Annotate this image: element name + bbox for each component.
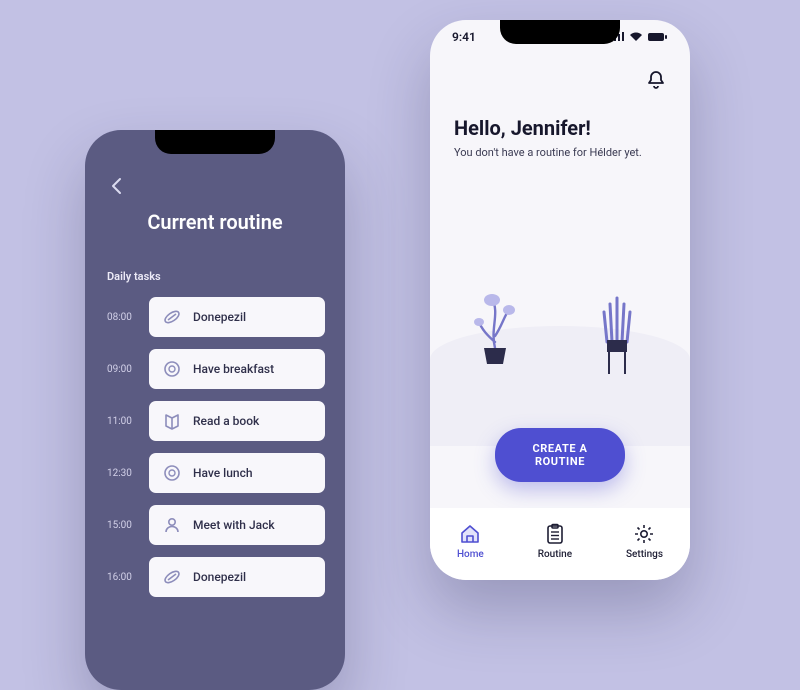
wifi-icon <box>629 32 643 42</box>
pill-icon <box>163 308 181 326</box>
nav-label: Routine <box>538 549 572 560</box>
task-label: Donepezil <box>193 570 246 584</box>
plate-icon <box>163 360 181 378</box>
task-card[interactable]: Donepezil <box>149 297 325 337</box>
nav-item-routine[interactable]: Routine <box>538 523 572 560</box>
task-card[interactable]: Have lunch <box>149 453 325 493</box>
nav-item-home[interactable]: Home <box>457 523 484 560</box>
home-screen: 9:41 Hello, Jennifer! You don't have a r… <box>430 20 690 580</box>
task-row: 08:00 Donepezil <box>107 297 325 337</box>
nav-label: Home <box>457 549 484 560</box>
greeting-title: Hello, Jennifer! <box>454 116 666 140</box>
routine-screen: Current routine Daily tasks 08:00 Donepe… <box>85 130 345 690</box>
person-icon <box>163 516 181 534</box>
notifications-button[interactable] <box>644 68 668 92</box>
page-title: Current routine <box>85 210 345 234</box>
pill-icon <box>163 568 181 586</box>
plate-icon <box>163 464 181 482</box>
nav-item-settings[interactable]: Settings <box>626 523 663 560</box>
greeting-subtext: You don't have a routine for Hélder yet. <box>454 146 666 159</box>
gear-icon <box>633 523 655 545</box>
back-button[interactable] <box>105 174 129 198</box>
create-routine-button[interactable]: CREATE A ROUTINE <box>495 428 625 482</box>
plant-icon <box>594 290 640 376</box>
task-label: Meet with Jack <box>193 518 275 532</box>
phone-notch <box>500 20 620 44</box>
section-label: Daily tasks <box>107 270 345 283</box>
clipboard-icon <box>544 523 566 545</box>
task-time: 11:00 <box>107 416 149 427</box>
task-time: 15:00 <box>107 520 149 531</box>
task-time: 09:00 <box>107 364 149 375</box>
task-row: 12:30 Have lunch <box>107 453 325 493</box>
task-card[interactable]: Meet with Jack <box>149 505 325 545</box>
task-label: Read a book <box>193 414 259 428</box>
chevron-left-icon <box>108 176 126 196</box>
battery-icon <box>648 32 668 42</box>
task-card[interactable]: Have breakfast <box>149 349 325 389</box>
task-time: 12:30 <box>107 468 149 479</box>
task-time: 16:00 <box>107 572 149 583</box>
task-row: 15:00 Meet with Jack <box>107 505 325 545</box>
task-label: Have breakfast <box>193 362 274 376</box>
task-list: 08:00 Donepezil 09:00 Have breakfast 11:… <box>85 297 345 597</box>
task-card[interactable]: Read a book <box>149 401 325 441</box>
task-row: 11:00 Read a book <box>107 401 325 441</box>
bell-icon <box>645 69 667 91</box>
task-label: Have lunch <box>193 466 253 480</box>
illustration <box>430 236 690 446</box>
status-time: 9:41 <box>452 30 476 44</box>
book-icon <box>163 412 181 430</box>
phone-notch <box>155 130 275 154</box>
plant-icon <box>470 286 520 366</box>
task-label: Donepezil <box>193 310 246 324</box>
nav-label: Settings <box>626 549 663 560</box>
bottom-nav: Home Routine Settings <box>430 508 690 580</box>
task-row: 16:00 Donepezil <box>107 557 325 597</box>
task-time: 08:00 <box>107 312 149 323</box>
task-row: 09:00 Have breakfast <box>107 349 325 389</box>
home-icon <box>459 523 481 545</box>
task-card[interactable]: Donepezil <box>149 557 325 597</box>
